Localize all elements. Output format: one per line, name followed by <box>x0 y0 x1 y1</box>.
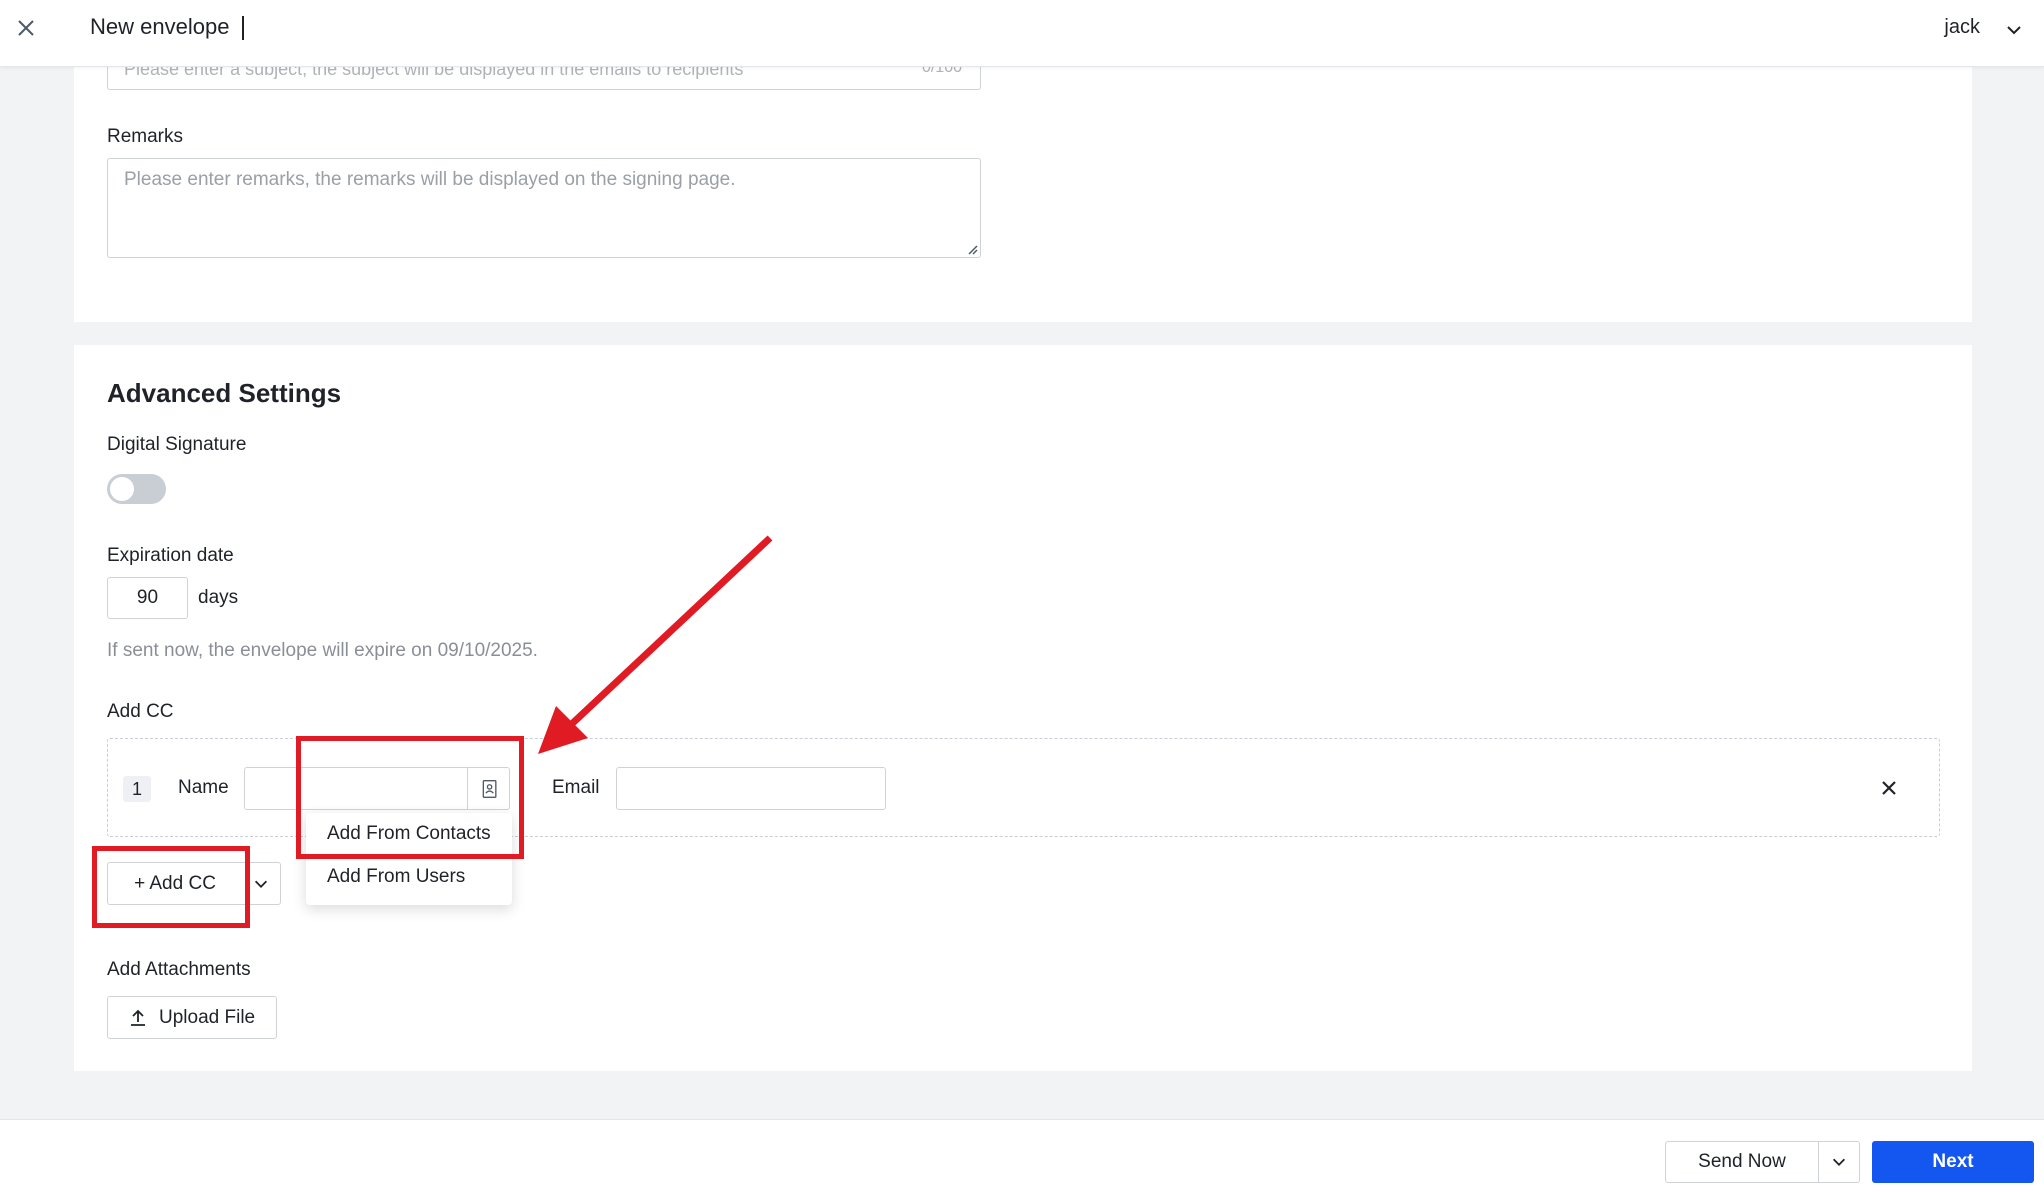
cc-source-menu: Add From Contacts Add From Users <box>306 813 512 905</box>
chevron-down-icon[interactable] <box>2004 20 2024 40</box>
page-title: New envelope <box>90 14 230 39</box>
expiration-days-input[interactable]: 90 <box>107 577 188 619</box>
top-bar: New envelope jack <box>0 0 2044 67</box>
upload-icon <box>131 1009 145 1026</box>
upload-file-label: Upload File <box>159 1007 256 1028</box>
advanced-settings-title: Advanced Settings <box>107 378 342 408</box>
resize-grip-icon[interactable] <box>966 243 978 255</box>
toggle-knob <box>110 477 134 501</box>
digital-signature-toggle[interactable] <box>107 474 166 504</box>
user-menu-name[interactable]: jack <box>1944 16 1980 39</box>
advanced-settings-card <box>74 345 1972 1071</box>
cc-email-label: Email <box>552 777 600 798</box>
digital-signature-label: Digital Signature <box>107 434 247 455</box>
cc-name-label: Name <box>178 777 229 798</box>
menu-item-add-from-users[interactable]: Add From Users <box>327 866 465 888</box>
expiration-date-label: Expiration date <box>107 545 234 566</box>
add-attachments-label: Add Attachments <box>107 959 251 980</box>
remarks-placeholder: Please enter remarks, the remarks will b… <box>124 169 736 190</box>
chevron-down-icon <box>254 880 268 888</box>
next-button[interactable]: Next <box>1872 1141 2034 1183</box>
add-cc-label: Add CC <box>107 701 174 722</box>
add-cc-dropdown-button[interactable] <box>242 862 281 905</box>
cc-row-index: 1 <box>123 776 151 802</box>
remarks-label: Remarks <box>107 126 184 147</box>
upload-file-button[interactable]: Upload File <box>107 996 277 1039</box>
contact-book-icon <box>482 780 497 798</box>
chevron-down-icon <box>1832 1158 1846 1166</box>
days-unit-label: days <box>198 587 239 608</box>
remarks-textarea[interactable]: Please enter remarks, the remarks will b… <box>107 158 981 258</box>
add-cc-button[interactable]: + Add CC <box>107 862 243 905</box>
close-icon[interactable] <box>1877 776 1901 800</box>
send-now-dropdown-button[interactable] <box>1818 1141 1860 1183</box>
menu-item-add-from-contacts[interactable]: Add From Contacts <box>327 823 491 845</box>
send-now-button[interactable]: Send Now <box>1665 1141 1819 1183</box>
contact-picker-button[interactable] <box>467 767 510 810</box>
cc-email-input[interactable] <box>616 767 886 810</box>
close-icon[interactable] <box>14 16 38 40</box>
expiration-hint: If sent now, the envelope will expire on… <box>107 640 538 661</box>
title-edit-caret <box>242 16 244 40</box>
